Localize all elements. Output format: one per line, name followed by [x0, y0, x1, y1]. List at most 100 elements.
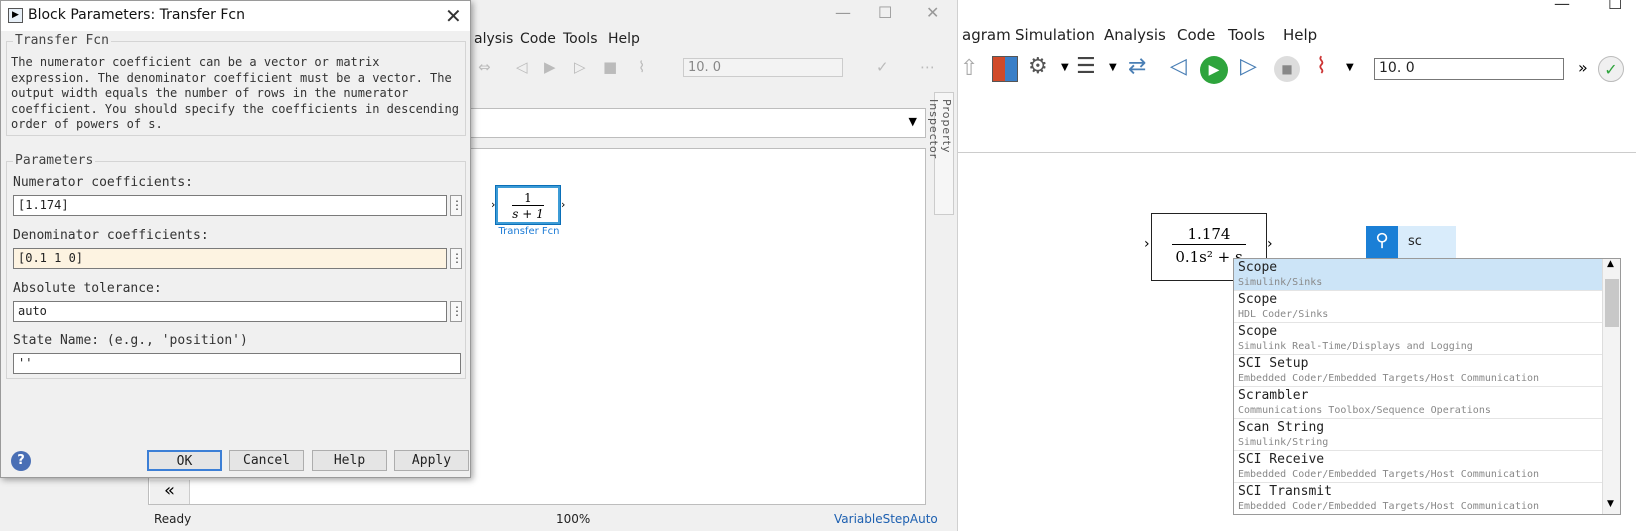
state-name-input[interactable]: ''	[13, 353, 461, 374]
property-inspector-tab[interactable]: Property Inspector	[927, 92, 954, 215]
run-icon[interactable]: ▶	[1200, 56, 1228, 84]
library-icon[interactable]	[992, 56, 1018, 82]
quick-insert-input[interactable]: sc	[1398, 226, 1456, 258]
suggestion-item[interactable]: Scan String Simulink/String	[1234, 419, 1620, 451]
collapse-button[interactable]: «	[150, 480, 190, 504]
step-forward-icon[interactable]: ▷	[574, 58, 586, 76]
scope-icon[interactable]: ⌇	[1316, 54, 1327, 79]
dialog-close-icon[interactable]: ✕	[445, 4, 462, 28]
stop-time-input[interactable]: 10. 0	[683, 58, 843, 77]
suggestion-item[interactable]: SCI Setup Embedded Coder/Embedded Targets…	[1234, 355, 1620, 387]
suggestion-item[interactable]: Scope Simulink/Sinks	[1234, 259, 1620, 291]
cancel-button[interactable]: Cancel	[229, 450, 304, 471]
search-icon[interactable]: ⚲	[1366, 226, 1398, 258]
chevron-down-icon[interactable]: ▼	[1061, 62, 1069, 73]
minimize-button[interactable]: —	[1554, 0, 1570, 13]
menu-help[interactable]: Help	[1283, 26, 1317, 44]
denominator-label: Denominator coefficients:	[13, 228, 209, 243]
model-explorer-icon[interactable]: ☰	[1076, 54, 1096, 79]
tolerance-input[interactable]: auto	[13, 301, 447, 322]
suggestion-item[interactable]: Scrambler Communications Toolbox/Sequence…	[1234, 387, 1620, 419]
block-numerator: 1	[512, 191, 544, 206]
block-caption[interactable]: Transfer Fcn	[496, 226, 562, 237]
suggestion-path: Communications Toolbox/Sequence Operatio…	[1238, 405, 1491, 416]
tolerance-more-icon[interactable]: ⋮	[450, 301, 463, 322]
group-title: Transfer Fcn	[13, 33, 111, 48]
suggestion-title: Scope	[1238, 260, 1278, 275]
suggestion-list[interactable]: Scope Simulink/Sinks Scope HDL Coder/Sinks S…	[1233, 258, 1621, 515]
menu-tools[interactable]: Tools	[1228, 26, 1265, 44]
menu-simulation[interactable]: Simulation	[1015, 26, 1095, 44]
maximize-button[interactable]: ☐	[878, 3, 892, 22]
suggestion-title: SCI Setup	[1238, 356, 1309, 371]
suggestion-title: SCI Receive	[1238, 452, 1325, 467]
transfer-fcn-block[interactable]: 1 s + 1	[495, 185, 561, 225]
up-arrow-icon[interactable]: ⇧	[960, 56, 978, 81]
suggestion-title: Scrambler	[1238, 388, 1309, 403]
maximize-button[interactable]: ☐	[1608, 0, 1622, 13]
suggestion-path: Embedded Coder/Embedded Targets/Host Com…	[1238, 373, 1540, 384]
menu-help[interactable]: Help	[608, 31, 640, 47]
status-bar: Ready 100% VariableStepAuto	[148, 508, 958, 530]
menu-code[interactable]: Code	[1177, 26, 1215, 44]
suggestion-item[interactable]: SCI Receive Embedded Coder/Embedded Targe…	[1234, 451, 1620, 483]
step-forward-icon[interactable]: ▷	[1240, 54, 1257, 79]
simulink-block-icon: ▶	[8, 8, 23, 23]
suggestion-item[interactable]: Scope HDL Coder/Sinks	[1234, 291, 1620, 323]
chevron-up-icon[interactable]: ▲	[1607, 259, 1614, 269]
menu-tools[interactable]: Tools	[563, 31, 598, 47]
suggestion-path: Embedded Coder/Embedded Targets/Host Com…	[1238, 469, 1540, 480]
apply-button[interactable]: Apply	[394, 450, 469, 471]
menu-diagram[interactable]: agram	[962, 26, 1011, 44]
tolerance-label: Absolute tolerance:	[13, 281, 162, 296]
scrollbar-thumb[interactable]	[1605, 279, 1619, 327]
scrollbar[interactable]: ▲ ▼	[1602, 259, 1620, 514]
suggestion-path: Embedded Coder/Embedded Targets/Host Com…	[1238, 501, 1540, 512]
suggestion-path: Simulink/Sinks	[1238, 277, 1323, 288]
block-parameters-dialog: ▶ Block Parameters: Transfer Fcn ✕ Trans…	[0, 0, 471, 478]
menu-code[interactable]: Code	[520, 31, 556, 47]
check-icon[interactable]: ✓	[1598, 56, 1624, 82]
toolbar: ⇧ ⚙ ▼ ☰ ▼ ⇄ ◁ ▶ ▷ ■ ⌇ ▼ 10. 0 » ✓	[958, 48, 1636, 94]
state-name-label: State Name: (e.g., 'position')	[13, 333, 248, 348]
scope-icon[interactable]: ⌇	[638, 58, 645, 76]
step-back-icon[interactable]: ◁	[516, 58, 528, 76]
check-icon[interactable]: ✓	[876, 58, 889, 76]
menu-analysis[interactable]: Analysis	[1104, 26, 1166, 44]
solver-link[interactable]: VariableStepAuto	[834, 512, 938, 526]
help-button[interactable]: Help	[312, 450, 387, 471]
denominator-input[interactable]: [0.1 1 0]	[13, 248, 447, 269]
suggestion-item[interactable]: SCI Transmit Embedded Coder/Embedded Targ…	[1234, 483, 1620, 514]
numerator-input[interactable]: [1.174]	[13, 195, 447, 216]
help-icon[interactable]: ?	[11, 451, 31, 471]
description-text: The numerator coefficient can be a vecto…	[11, 55, 459, 131]
output-port-icon: ›	[1267, 236, 1273, 252]
more-button[interactable]: »	[1578, 58, 1588, 77]
suggestion-item[interactable]: Scope Simulink Real-Time/Displays and Log…	[1234, 323, 1620, 355]
refresh-icon[interactable]: ⇄	[1128, 54, 1146, 79]
chevron-down-icon[interactable]: ▼	[1346, 62, 1354, 73]
stop-time-input[interactable]: 10. 0	[1374, 58, 1564, 80]
step-back-icon[interactable]: ◁	[1170, 54, 1187, 79]
close-button[interactable]: ✕	[926, 3, 939, 22]
menu-analysis[interactable]: alysis	[474, 31, 513, 47]
chevron-down-icon[interactable]: ▼	[1607, 499, 1614, 509]
suggestion-title: Scope	[1238, 324, 1278, 339]
run-icon[interactable]: ▶	[544, 58, 556, 76]
numerator-label: Numerator coefficients:	[13, 175, 194, 190]
denominator-more-icon[interactable]: ⋮	[450, 248, 463, 269]
ok-button[interactable]: OK	[147, 450, 222, 471]
chevron-down-icon[interactable]: ▼	[1109, 62, 1117, 73]
library-browser-icon[interactable]: ⇔	[478, 58, 491, 76]
stop-icon[interactable]: ■	[603, 58, 617, 76]
suggestion-title: SCI Transmit	[1238, 484, 1332, 499]
dialog-titlebar[interactable]: ▶ Block Parameters: Transfer Fcn ✕	[1, 1, 470, 31]
address-bar[interactable]: ▼	[470, 108, 926, 138]
grid-icon[interactable]: ⋯	[920, 58, 935, 76]
block-numerator: 1.174	[1172, 224, 1246, 245]
gear-icon[interactable]: ⚙	[1028, 54, 1048, 79]
minimize-button[interactable]: —	[835, 3, 851, 22]
numerator-more-icon[interactable]: ⋮	[450, 195, 463, 216]
chevron-down-icon[interactable]: ▼	[909, 115, 917, 128]
stop-icon[interactable]: ■	[1274, 56, 1300, 82]
